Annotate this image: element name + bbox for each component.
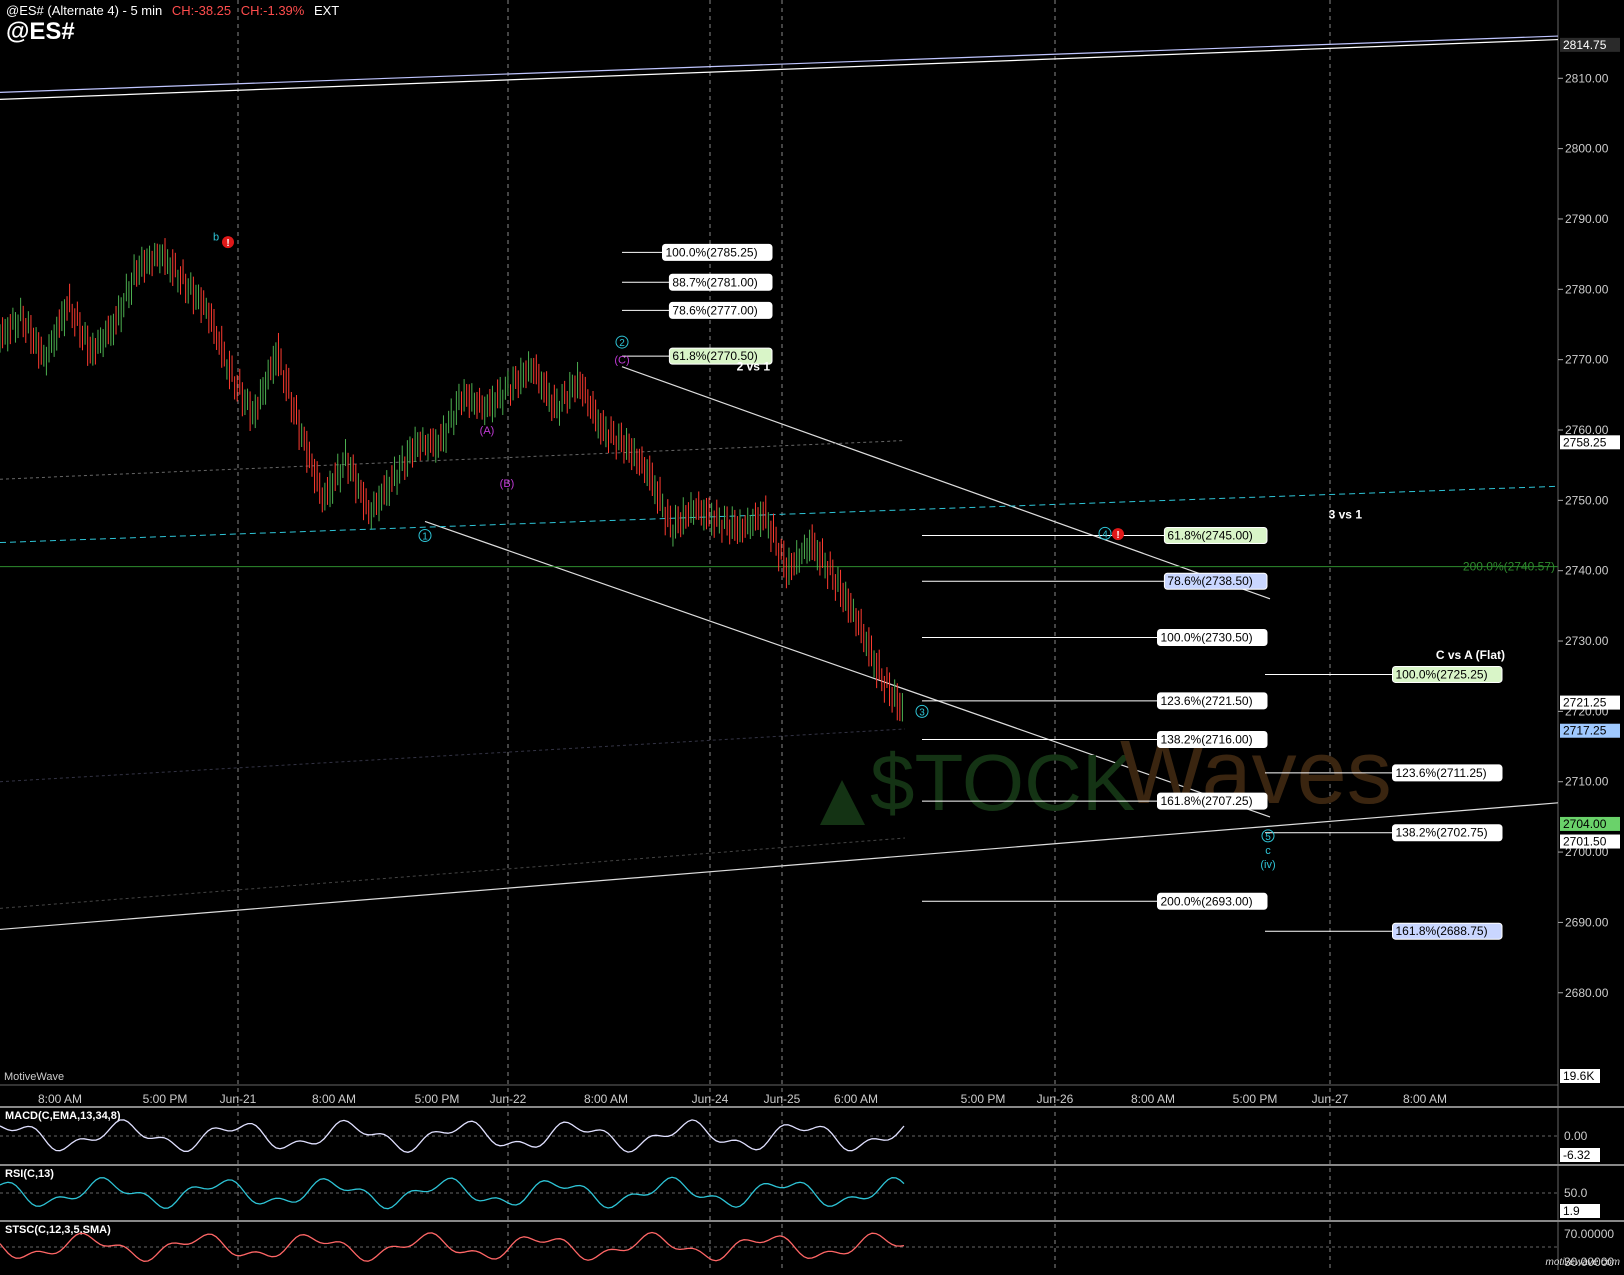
ma-line [0, 837, 906, 909]
x-tick-label: Jun-27 [1312, 1092, 1349, 1106]
y-tick-label: 2780.00 [1565, 282, 1609, 296]
y-tick-label: 2710.00 [1565, 775, 1609, 789]
fib-level-label: 61.8%(2745.00) [1167, 529, 1252, 543]
alert-icon: ! [1116, 530, 1119, 541]
fib-level-label: 100.0%(2785.25) [666, 245, 758, 259]
price-label: 2814.75 [1563, 38, 1607, 52]
ma-line [0, 440, 906, 480]
fib-level-label: 88.7%(2781.00) [672, 275, 757, 289]
watermark: motivewave.com [1545, 1257, 1620, 1268]
indicator-value: -6.32 [1563, 1148, 1591, 1162]
x-tick-label: 8:00 AM [38, 1092, 82, 1106]
indicator-tick-label: 0.00 [1564, 1129, 1588, 1143]
indicator-tick-label: 50.0 [1564, 1186, 1588, 1200]
wave-label: 2 [619, 338, 625, 349]
annotation-label: 2 vs 1 [737, 360, 771, 374]
trend-line [0, 35, 1559, 93]
stockwaves-logo: $TOCK [870, 738, 1135, 827]
annotation-label: 3 vs 1 [1329, 507, 1363, 521]
x-tick-label: Jun-25 [764, 1092, 801, 1106]
wave-label: c [1265, 845, 1271, 857]
y-tick-label: 2800.00 [1565, 142, 1609, 156]
chart-header: @ES# (Alternate 4) - 5 min CH:-38.25 CH:… [6, 3, 339, 18]
change-percent: CH:-1.39% [240, 3, 305, 18]
x-tick-label: 8:00 AM [1131, 1092, 1175, 1106]
wave-label: 4 [1102, 529, 1108, 540]
wave-label: 1 [422, 532, 428, 543]
provider-label: MotiveWave [4, 1071, 65, 1083]
fib-level-label: 123.6%(2721.50) [1161, 694, 1253, 708]
wave-label: 5 [1265, 832, 1271, 843]
wave-label: (C) [614, 355, 629, 367]
fib-level-label: 123.6%(2711.25) [1396, 766, 1487, 780]
y-tick-label: 2690.00 [1565, 915, 1609, 929]
indicator-value: 1.9 [1563, 1204, 1580, 1218]
stockwaves-logo [820, 780, 865, 825]
trend-line [0, 38, 1559, 100]
main-chart[interactable]: 2680.002690.002700.002710.002720.002730.… [0, 0, 1624, 1270]
x-tick-label: 5:00 PM [1233, 1092, 1278, 1106]
annotation-label: 200.0%(2740.57) [1463, 560, 1555, 574]
fib-level-label: 200.0%(2693.00) [1161, 894, 1253, 908]
y-tick-label: 2770.00 [1565, 353, 1609, 367]
y-tick-label: 2790.00 [1565, 212, 1609, 226]
x-tick-label: 8:00 AM [1403, 1092, 1447, 1106]
chart-title: @ES# (Alternate 4) - 5 min [6, 3, 163, 18]
fib-level-label: 161.8%(2688.75) [1396, 924, 1488, 938]
x-tick-label: Jun-21 [220, 1092, 257, 1106]
wave-label: (A) [480, 425, 495, 437]
alert-icon: ! [226, 238, 229, 249]
y-tick-label: 2680.00 [1565, 986, 1609, 1000]
x-tick-label: 5:00 PM [143, 1092, 188, 1106]
indicator-tick-label: 70.00000 [1564, 1227, 1614, 1241]
change-points: CH:-38.25 [171, 3, 232, 18]
fib-level-label: 100.0%(2730.50) [1161, 631, 1253, 645]
fib-level-label: 78.6%(2777.00) [672, 303, 757, 317]
y-tick-label: 2740.00 [1565, 564, 1609, 578]
volume-label: 19.6K [1563, 1069, 1594, 1083]
fib-level-label: 100.0%(2725.25) [1396, 667, 1488, 681]
channel-line [621, 366, 1271, 600]
x-tick-label: 6:00 AM [834, 1092, 878, 1106]
price-label: 2701.50 [1563, 835, 1607, 849]
session-label: EXT [313, 3, 340, 18]
indicator-title: STSC(C,12,3,5,SMA) [5, 1224, 111, 1236]
annotation-label: C vs A (Flat) [1436, 648, 1505, 662]
indicator-title: RSI(C,13) [5, 1168, 54, 1180]
price-label: 2758.25 [1563, 435, 1607, 449]
fib-level-label: 78.6%(2738.50) [1167, 574, 1252, 588]
fib-level-label: 138.2%(2716.00) [1161, 733, 1253, 747]
x-tick-label: Jun-26 [1037, 1092, 1074, 1106]
wave-label: b [213, 232, 219, 244]
x-tick-label: Jun-24 [692, 1092, 729, 1106]
x-tick-label: 8:00 AM [312, 1092, 356, 1106]
x-tick-label: 5:00 PM [961, 1092, 1006, 1106]
price-label: 2717.25 [1563, 724, 1607, 738]
x-tick-label: 8:00 AM [584, 1092, 628, 1106]
y-tick-label: 2750.00 [1565, 493, 1609, 507]
wave-label: (B) [500, 478, 515, 490]
ma-line [0, 728, 906, 783]
symbol-label: @ES# [6, 18, 75, 45]
y-tick-label: 2810.00 [1565, 71, 1609, 85]
dotted-channel [0, 485, 1559, 544]
fib-level-label: 161.8%(2707.25) [1161, 794, 1253, 808]
y-tick-label: 2730.00 [1565, 634, 1609, 648]
wave-label: (iv) [1260, 859, 1275, 871]
price-label: 2704.00 [1563, 817, 1607, 831]
indicator-title: MACD(C,EMA,13,34,8) [5, 1110, 121, 1122]
price-label: 2721.25 [1563, 696, 1607, 710]
fib-level-label: 138.2%(2702.75) [1396, 826, 1488, 840]
x-tick-label: 5:00 PM [415, 1092, 460, 1106]
x-tick-label: Jun-22 [490, 1092, 527, 1106]
wave-label: 3 [919, 707, 925, 718]
